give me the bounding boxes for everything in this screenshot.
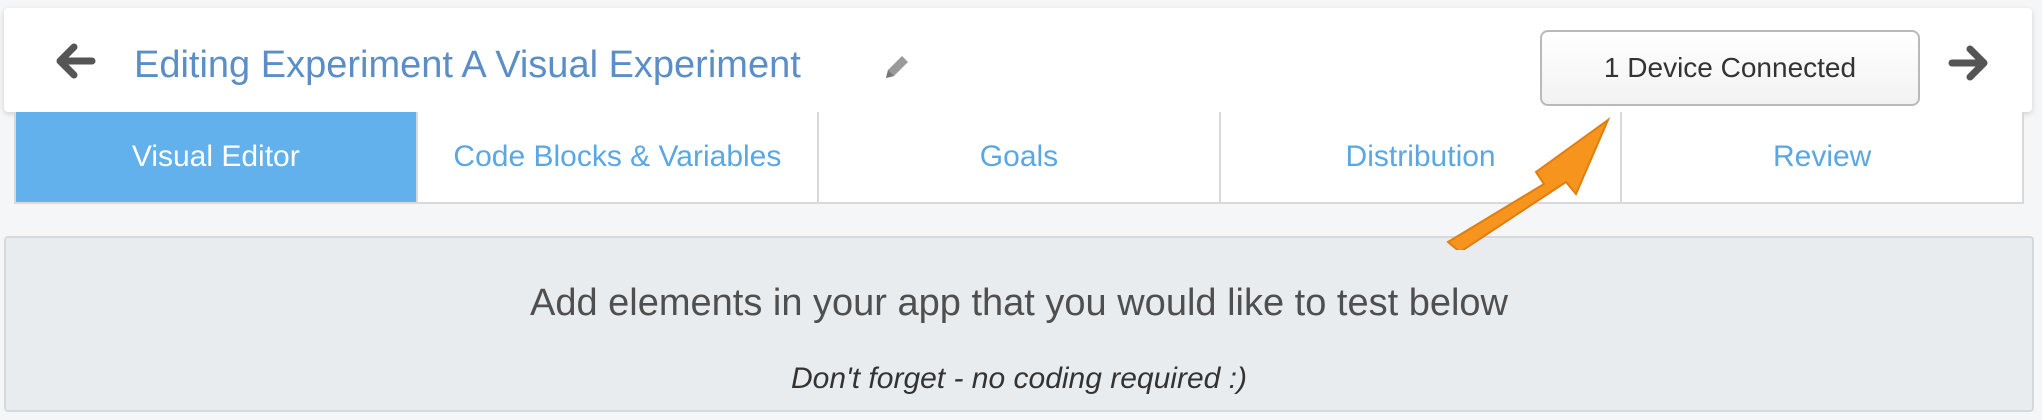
devices-connected-button[interactable]: 1 Device Connected — [1540, 30, 1920, 106]
tab-code-blocks-variables[interactable]: Code Blocks & Variables — [415, 112, 818, 202]
arrow-left-icon — [56, 43, 96, 79]
panel-subtext: Don't forget - no coding required :) — [791, 362, 1247, 395]
page-title: Editing Experiment A Visual Experiment — [134, 44, 801, 86]
devices-connected-label: 1 Device Connected — [1603, 52, 1857, 83]
pencil-icon — [886, 56, 908, 78]
visual-editor-panel: Add elements in your app that you would … — [4, 236, 2034, 412]
back-button[interactable] — [48, 38, 104, 84]
tab-visual-editor[interactable]: Visual Editor — [16, 112, 416, 202]
panel-heading: Add elements in your app that you would … — [529, 282, 1509, 324]
edit-title-button[interactable] — [882, 52, 912, 87]
top-header: Editing Experiment A Visual Experiment 1… — [4, 8, 2032, 112]
tab-review[interactable]: Review — [1620, 112, 2022, 202]
tab-goals[interactable]: Goals — [817, 112, 1219, 202]
forward-button[interactable] — [1940, 40, 1996, 86]
step-tabs: Visual Editor Code Blocks & Variables Go… — [14, 112, 2024, 204]
orange-arrow-icon — [1446, 117, 1611, 250]
arrow-right-icon — [1948, 45, 1988, 81]
